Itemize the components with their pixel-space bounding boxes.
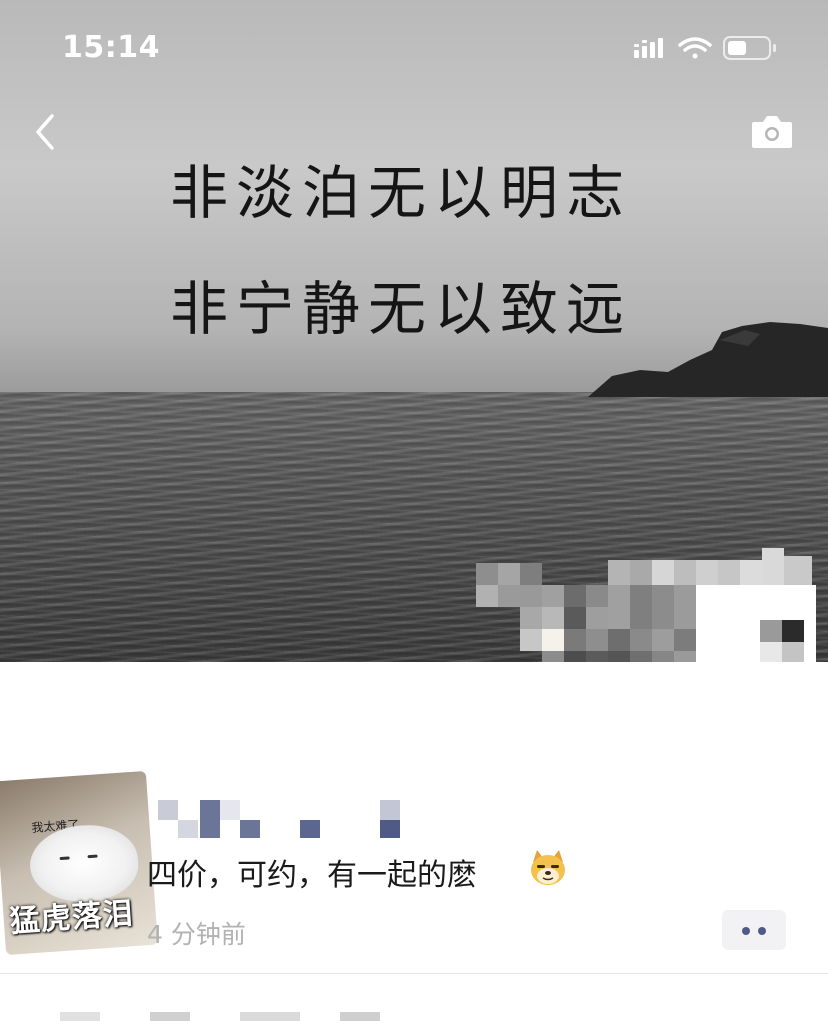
status-time: 15:14 <box>62 30 160 65</box>
more-dots-icon-dot <box>758 927 766 935</box>
doge-emoji-icon <box>531 850 565 885</box>
cover-quote-line-2: 非宁静无以致远 <box>170 275 633 343</box>
wifi-icon <box>678 37 712 59</box>
username-mosaic[interactable] <box>158 800 408 842</box>
post-text: 四价，可约，有一起的麽 <box>147 858 477 893</box>
divider <box>0 973 828 974</box>
cover-photo[interactable]: 15:14 非淡泊无以明志 非宁静无以致远 <box>0 0 828 662</box>
more-dots-icon <box>742 927 750 935</box>
signal-icon <box>634 38 663 58</box>
battery-icon <box>723 36 776 60</box>
more-options-button[interactable] <box>722 910 786 950</box>
back-button[interactable] <box>28 112 64 152</box>
next-post-mosaic <box>60 1012 380 1021</box>
censored-mosaic <box>476 548 816 662</box>
avatar[interactable]: 我太难了 猛虎落泪 <box>0 770 158 956</box>
status-icons <box>634 36 776 60</box>
chevron-left-icon <box>36 114 54 150</box>
camera-icon <box>752 116 792 148</box>
avatar-caption-big: 猛虎落泪 <box>8 896 135 940</box>
post-time: 4 分钟前 <box>147 920 246 949</box>
cover-quote-line-1: 非淡泊无以明志 <box>170 159 633 227</box>
camera-button[interactable] <box>750 114 794 150</box>
